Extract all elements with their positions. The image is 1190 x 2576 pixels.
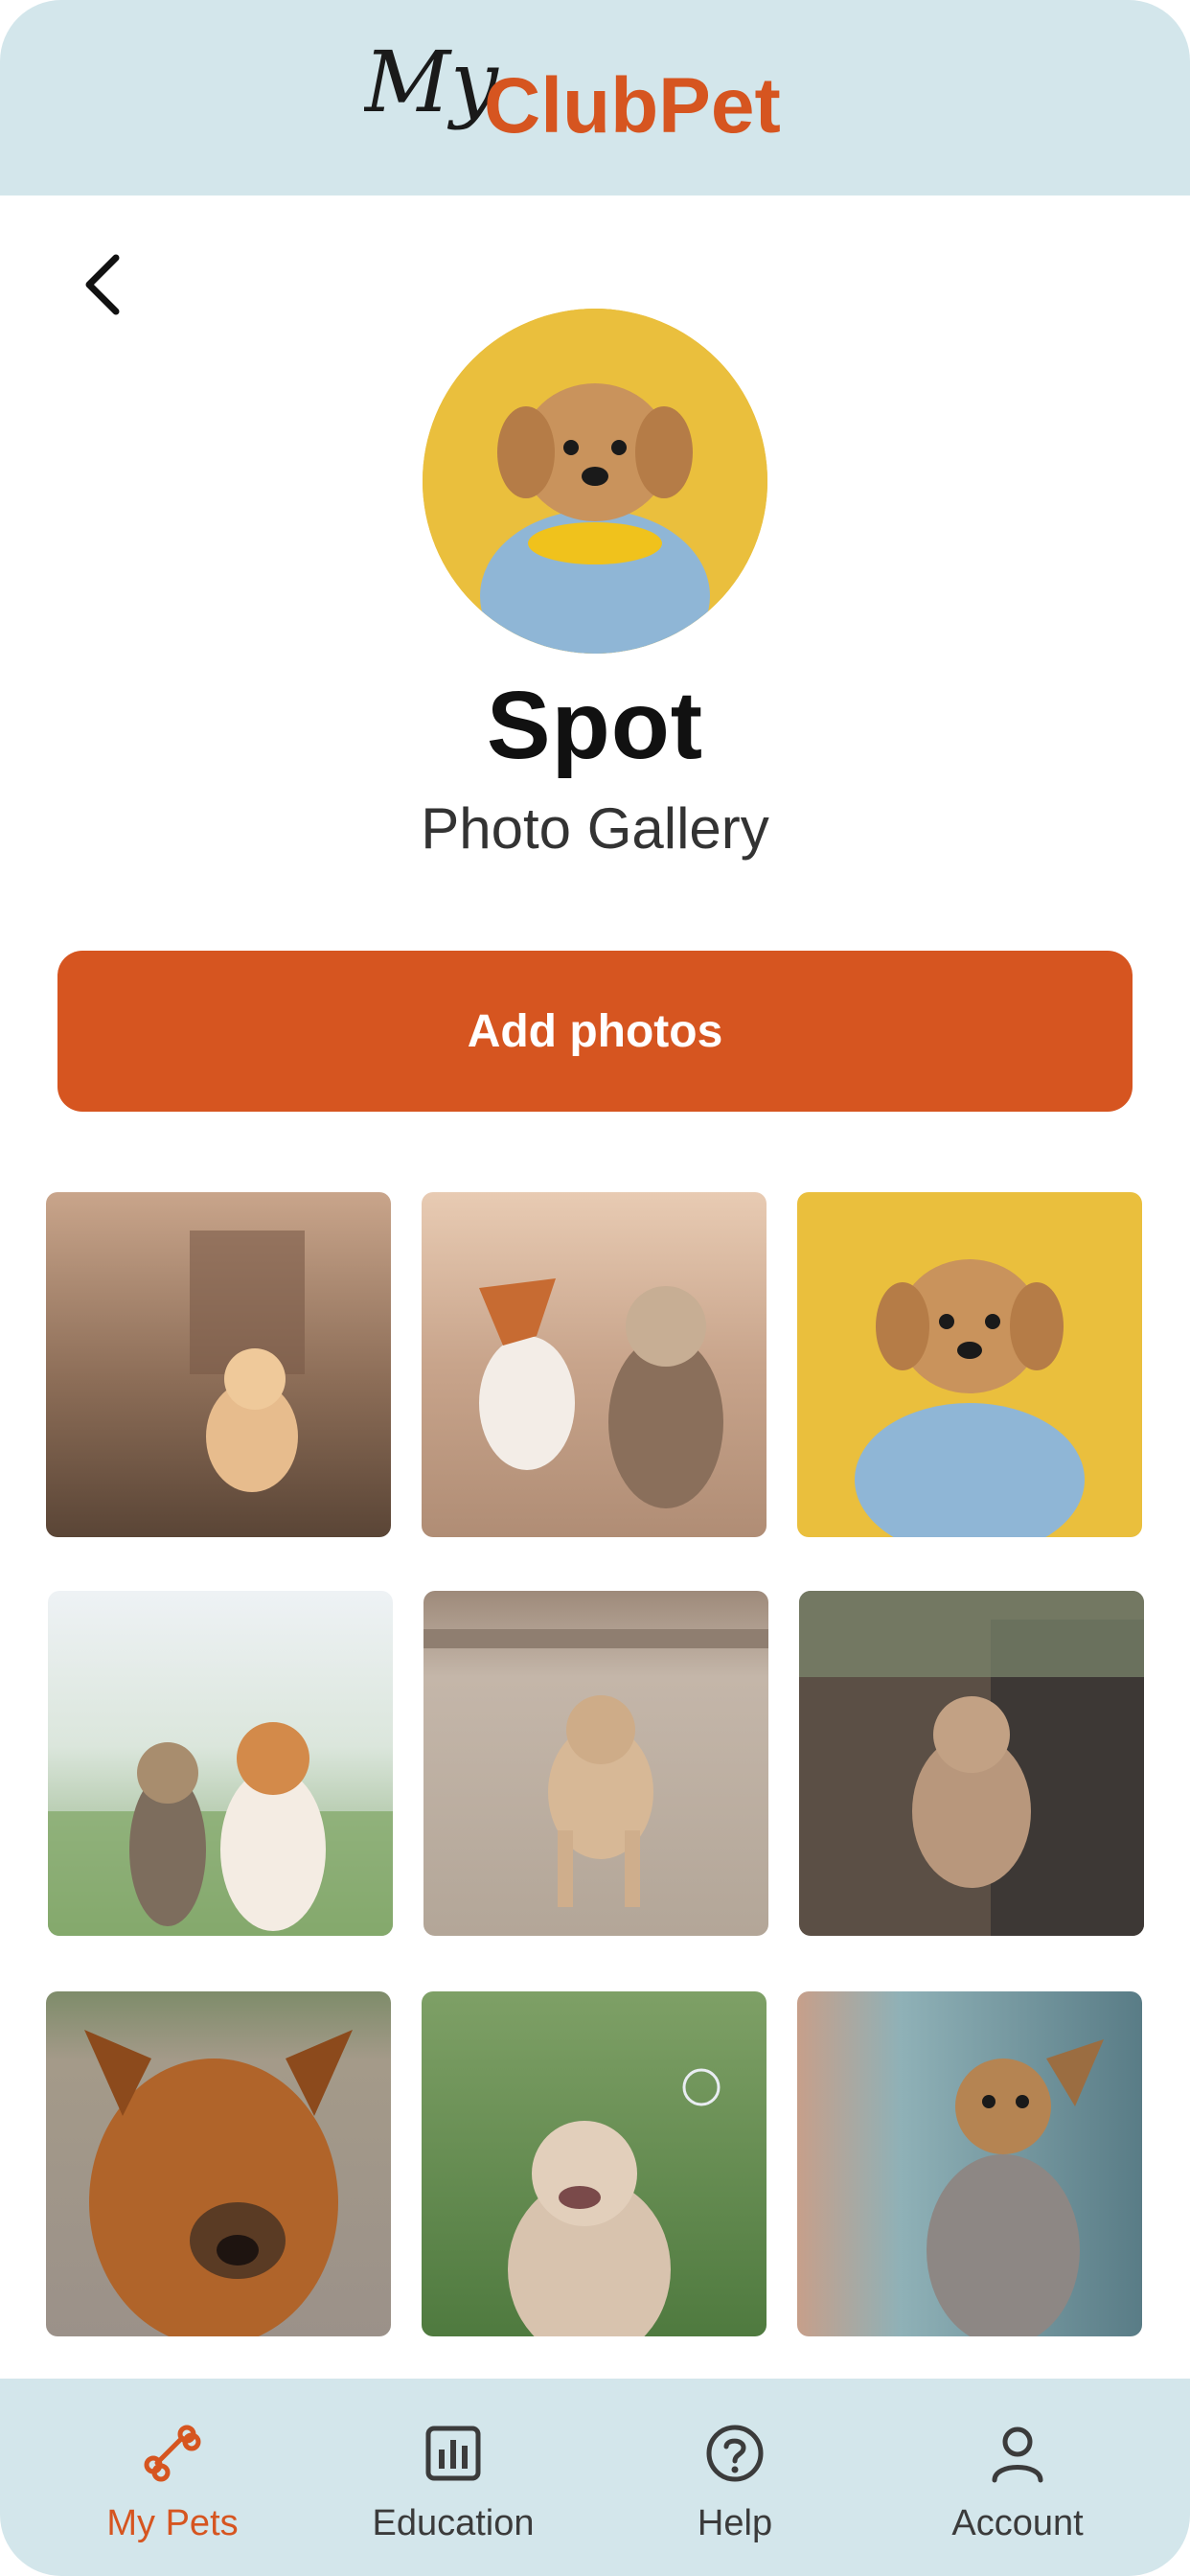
nav-item-my-pets[interactable]: My Pets: [29, 2379, 316, 2576]
logo-script-text: My: [364, 34, 499, 131]
nav-label-my-pets: My Pets: [106, 2503, 239, 2543]
nav-item-account[interactable]: Account: [874, 2379, 1161, 2576]
bone-icon: [144, 2425, 201, 2482]
dog-photo-avatar: [423, 309, 767, 654]
chevron-left-icon: [85, 254, 120, 315]
person-icon: [992, 2426, 1043, 2483]
nav-label-account: Account: [951, 2503, 1084, 2543]
add-photos-button[interactable]: Add photos: [57, 951, 1133, 1112]
pet-avatar: [423, 309, 767, 654]
app-logo: My ClubPet: [364, 34, 781, 150]
pet-name: Spot: [486, 672, 704, 779]
gallery-photo-1[interactable]: [46, 1192, 391, 1537]
gallery-photo-2[interactable]: [422, 1192, 767, 1537]
nav-label-education: Education: [372, 2503, 535, 2543]
back-button[interactable]: [67, 244, 138, 325]
gallery-photo-3[interactable]: [797, 1192, 1142, 1537]
gallery-photo-7[interactable]: [46, 1991, 391, 2336]
question-icon: [706, 2425, 764, 2482]
logo-brand-text: ClubPet: [484, 62, 781, 150]
nav-item-education[interactable]: Education: [309, 2379, 597, 2576]
gallery-photo-6[interactable]: [799, 1591, 1144, 1936]
page-subtitle: Photo Gallery: [421, 796, 769, 861]
nav-item-help[interactable]: Help: [591, 2379, 879, 2576]
gallery-photo-8[interactable]: [422, 1991, 767, 2336]
gallery-photo-9[interactable]: [797, 1991, 1142, 2336]
bottom-navigation: My Pets Education Help Account: [0, 2379, 1190, 2576]
nav-label-help: Help: [697, 2503, 773, 2543]
gallery-photo-4[interactable]: [48, 1591, 393, 1936]
bar-chart-icon: [425, 2426, 481, 2481]
gallery-photo-5[interactable]: [423, 1591, 768, 1936]
app-header: My ClubPet: [0, 0, 1190, 196]
